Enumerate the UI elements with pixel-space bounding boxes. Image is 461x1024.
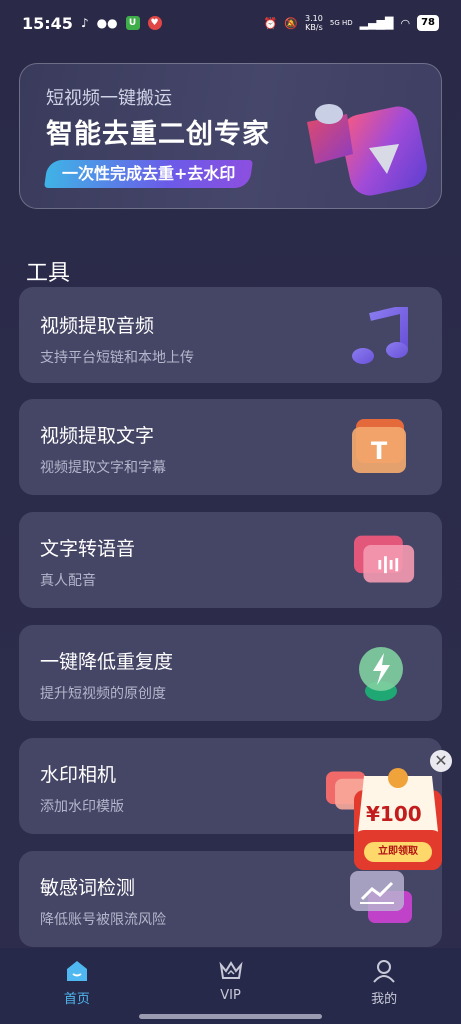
tool-card-text-extract[interactable]: 视频提取文字 视频提取文字和字幕 T (19, 399, 442, 495)
banner-subtitle: 短视频一键搬运 (46, 88, 172, 109)
crown-icon (218, 961, 243, 979)
tool-desc: 降低账号被限流风险 (40, 912, 166, 928)
promo-banner[interactable]: 短视频一键搬运 智能去重二创专家 一次性完成去重+去水印 (19, 63, 442, 209)
tool-title: 视频提取音频 (40, 315, 155, 337)
banner-pill: 一次性完成去重+去水印 (44, 160, 254, 188)
section-title-tools: 工具 (26, 261, 71, 286)
tab-mine[interactable]: 我的 (307, 948, 461, 1024)
mute-icon: 🔕 (284, 16, 299, 30)
promo-amount: ¥100 (366, 802, 422, 826)
status-bar: 15:45 ♪ ●● U ♥ ⏰ 🔕 3.10 KB/s 5G HD ▂▄▆█ … (0, 0, 461, 46)
tool-card-audio-extract[interactable]: 视频提取音频 支持平台短链和本地上传 (19, 287, 442, 383)
red-packet-promo[interactable]: ¥100 立即领取 (350, 756, 446, 874)
tiktok-icon: ♪ (80, 16, 89, 30)
app-u-icon: U (125, 16, 140, 30)
tool-desc: 添加水印模版 (40, 799, 124, 815)
bottom-tab-bar: 首页 VIP 我的 (0, 948, 461, 1024)
network-label: 5G HD (329, 19, 353, 27)
tool-card-text-to-speech[interactable]: 文字转语音 真人配音 (19, 512, 442, 608)
voice-wave-icon (354, 535, 415, 583)
banner-title: 智能去重二创专家 (46, 119, 270, 150)
app-shield-icon: ♥ (147, 16, 162, 30)
home-indicator[interactable] (139, 1014, 322, 1019)
signal-icon: ▂▄▆█ (359, 16, 394, 30)
alarm-icon: ⏰ (263, 16, 278, 30)
tool-desc: 支持平台短链和本地上传 (40, 350, 194, 366)
close-icon[interactable]: ✕ (430, 750, 452, 772)
tab-label-home: 首页 (63, 992, 90, 1007)
status-time: 15:45 (22, 13, 73, 33)
wechat-icon: ●● (96, 16, 118, 30)
status-left: 15:45 ♪ ●● U ♥ (22, 14, 162, 33)
svg-text:T: T (371, 437, 388, 465)
text-t-icon: T (352, 419, 406, 473)
net-speed: 3.10 KB/s (305, 14, 323, 32)
tool-desc: 提升短视频的原创度 (40, 686, 166, 702)
tab-label-mine: 我的 (371, 992, 398, 1007)
net-speed-value: 3.10 (305, 14, 323, 23)
battery-icon: 78 (417, 15, 439, 31)
home-icon (66, 961, 87, 981)
tool-title: 视频提取文字 (40, 425, 155, 447)
chart-line-icon (350, 871, 412, 923)
user-icon (373, 960, 395, 983)
wifi-icon: ◠ (400, 16, 411, 30)
tab-label-vip: VIP (220, 988, 241, 1003)
tool-title: 水印相机 (40, 764, 117, 786)
banner-pill-label: 一次性完成去重+去水印 (62, 164, 236, 183)
music-note-icon (352, 307, 408, 364)
lightning-icon (359, 647, 403, 701)
promo-claim-button[interactable]: 立即领取 (364, 842, 432, 862)
tool-title: 文字转语音 (40, 538, 136, 560)
tool-desc: 真人配音 (40, 573, 96, 589)
net-speed-unit: KB/s (305, 23, 323, 32)
video-camera-icon (307, 104, 427, 196)
tab-vip[interactable]: VIP (154, 948, 308, 1024)
status-right: ⏰ 🔕 3.10 KB/s 5G HD ▂▄▆█ ◠ 78 (264, 14, 439, 32)
tool-title: 敏感词检测 (40, 877, 136, 899)
tool-title: 一键降低重复度 (40, 651, 174, 673)
tab-home[interactable]: 首页 (0, 948, 154, 1024)
tool-card-reduce-duplicate[interactable]: 一键降低重复度 提升短视频的原创度 (19, 625, 442, 721)
tool-desc: 视频提取文字和字幕 (40, 460, 166, 476)
